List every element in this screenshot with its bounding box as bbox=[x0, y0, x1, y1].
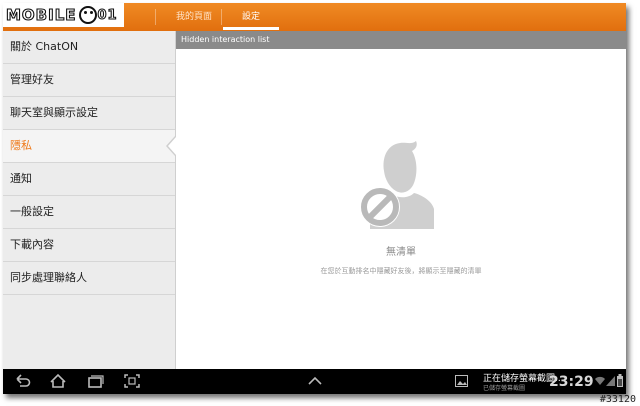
wifi-icon bbox=[595, 376, 605, 385]
system-nav-bar: 正在儲存螢幕截圖... 已儲存螢幕截圖 23:29 bbox=[3, 369, 626, 394]
sidebar-item-general[interactable]: 一般設定 bbox=[3, 196, 175, 229]
sidebar-item-label: 通知 bbox=[10, 172, 32, 185]
sidebar-item-label: 管理好友 bbox=[10, 73, 54, 86]
sidebar-item-label: 一般設定 bbox=[10, 205, 54, 218]
tablet-screen: 天 我的頁面 設定 MOBILE 01 關於 ChatON 管理好友 聊天室與顯… bbox=[3, 3, 626, 394]
sidebar-item-sync-contacts[interactable]: 同步處理聯絡人 bbox=[3, 262, 175, 295]
tab-settings[interactable]: 設定 bbox=[223, 3, 279, 31]
home-icon[interactable] bbox=[49, 373, 67, 389]
sidebar-item-notifications[interactable]: 通知 bbox=[3, 163, 175, 196]
screenshot-icon[interactable] bbox=[123, 373, 141, 389]
sidebar-item-chat-display[interactable]: 聊天室與顯示設定 bbox=[3, 97, 175, 130]
sidebar-item-label: 同步處理聯絡人 bbox=[10, 271, 87, 284]
sidebar-item-about[interactable]: 關於 ChatON bbox=[3, 31, 175, 64]
tab-my-page[interactable]: 我的頁面 bbox=[163, 3, 225, 31]
empty-state-message: 在您於互動排名中隱藏好友後，將顯示至隱藏的清單 bbox=[320, 267, 482, 275]
clock: 23:29 bbox=[549, 374, 594, 390]
empty-state-title: 無清單 bbox=[386, 247, 416, 258]
chevron-up-icon[interactable] bbox=[306, 373, 324, 389]
settings-sidebar: 關於 ChatON 管理好友 聊天室與顯示設定 隱私 通知 一般設定 下載內容 … bbox=[3, 31, 176, 369]
recent-apps-icon[interactable] bbox=[86, 373, 104, 389]
sidebar-item-label: 下載內容 bbox=[10, 238, 54, 251]
sidebar-item-privacy[interactable]: 隱私 bbox=[3, 130, 176, 163]
signal-icon bbox=[606, 376, 615, 386]
gallery-icon bbox=[455, 375, 468, 387]
sidebar-item-manage-friends[interactable]: 管理好友 bbox=[3, 64, 175, 97]
blocked-person-icon bbox=[360, 141, 434, 229]
sidebar-item-label: 隱私 bbox=[10, 139, 32, 152]
selection-notch bbox=[168, 137, 176, 155]
watermark-id: #33120 bbox=[599, 394, 636, 405]
back-icon[interactable] bbox=[13, 373, 31, 389]
watermark-logo: MOBILE 01 bbox=[3, 3, 124, 27]
main-panel: Hidden interaction list 無清單 在您於互動排名中隱藏好友… bbox=[176, 31, 626, 369]
logo-face-icon bbox=[78, 6, 97, 24]
sidebar-item-downloads[interactable]: 下載內容 bbox=[3, 229, 175, 262]
panel-header: Hidden interaction list bbox=[176, 31, 626, 49]
logo-suffix: 01 bbox=[97, 7, 118, 23]
battery-icon bbox=[617, 374, 623, 387]
sidebar-item-label: 關於 ChatON bbox=[10, 40, 79, 53]
sidebar-item-label: 聊天室與顯示設定 bbox=[10, 106, 98, 119]
tab-separator bbox=[221, 9, 222, 25]
tab-separator bbox=[155, 9, 156, 25]
top-tab-bar: 天 我的頁面 設定 MOBILE 01 bbox=[3, 3, 626, 31]
notification-subtitle: 已儲存螢幕截圖 bbox=[483, 385, 526, 392]
logo-text: MOBILE bbox=[5, 5, 77, 24]
